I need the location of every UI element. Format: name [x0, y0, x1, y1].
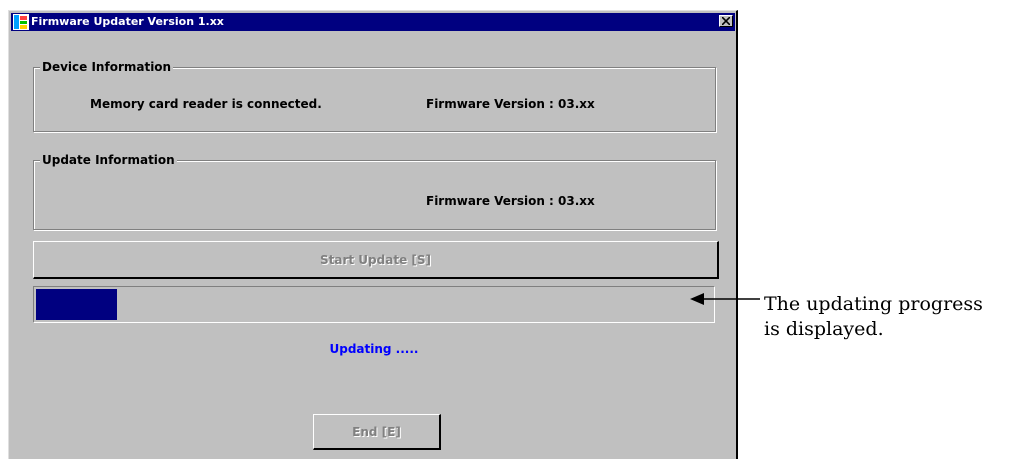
annotation: The updating progress is displayed. — [764, 292, 983, 342]
update-firmware-version: Firmware Version : 03.xx — [426, 194, 595, 208]
app-icon — [13, 14, 29, 30]
progress-bar — [33, 286, 715, 323]
device-information-group: Device Information Memory card reader is… — [33, 59, 716, 132]
device-information-label: Device Information — [40, 59, 174, 75]
annotation-line-2: is displayed. — [764, 318, 884, 340]
updater-window: Firmware Updater Version 1.xx Device Inf… — [8, 10, 738, 459]
title-bar[interactable]: Firmware Updater Version 1.xx — [11, 13, 735, 31]
arrow-left-icon — [690, 293, 760, 305]
update-information-label: Update Information — [40, 152, 177, 168]
window-title: Firmware Updater Version 1.xx — [31, 15, 224, 28]
updating-status-text: Updating ..... — [329, 342, 419, 356]
progress-fill — [36, 289, 117, 320]
update-information-group: Update Information Firmware Version : 03… — [33, 152, 716, 230]
start-update-button[interactable]: Start Update [S] — [33, 241, 719, 279]
annotation-line-1: The updating progress — [764, 293, 983, 315]
device-status-text: Memory card reader is connected. — [90, 97, 322, 111]
device-firmware-version: Firmware Version : 03.xx — [426, 97, 595, 111]
close-button[interactable] — [719, 15, 733, 27]
close-icon — [722, 17, 730, 25]
end-button[interactable]: End [E] — [313, 414, 441, 450]
